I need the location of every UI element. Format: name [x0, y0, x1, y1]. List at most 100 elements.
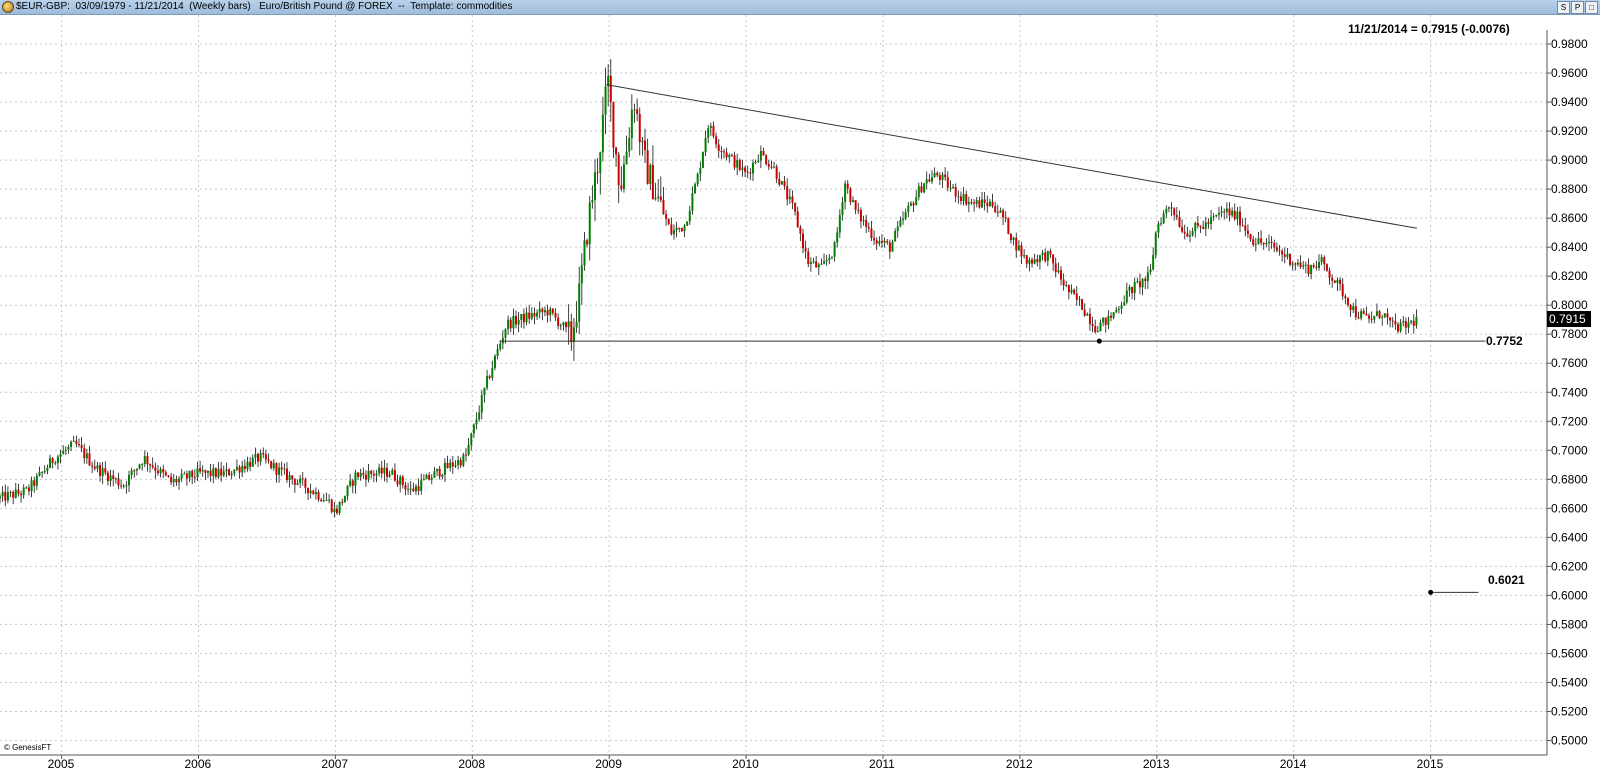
- candle-body: [807, 251, 810, 265]
- candle-body: [454, 465, 457, 467]
- candle-body: [546, 310, 549, 316]
- candle-body: [657, 196, 660, 198]
- candle-body: [138, 464, 141, 469]
- candle-body: [72, 440, 75, 442]
- candle-body: [507, 319, 510, 330]
- candle-body: [214, 468, 217, 477]
- candle-body: [401, 476, 404, 486]
- candle-body: [1133, 281, 1136, 294]
- p-button[interactable]: P: [1571, 1, 1584, 14]
- candle-body: [1102, 317, 1105, 323]
- candle-body: [22, 487, 25, 496]
- candle-body: [1310, 265, 1313, 275]
- candle-body: [959, 196, 962, 202]
- candle-body: [665, 214, 668, 220]
- candle-body: [1146, 272, 1149, 281]
- candle-body: [601, 114, 604, 153]
- candle-body: [188, 470, 191, 479]
- candle-body: [17, 489, 20, 494]
- candle-body: [1170, 207, 1173, 209]
- candle-body: [85, 453, 88, 459]
- x-tick-label: 2008: [458, 757, 485, 771]
- candle-body: [1352, 306, 1355, 311]
- support-level-label: 0.7752: [1486, 334, 1523, 348]
- x-tick-label: 2015: [1417, 757, 1444, 771]
- y-tick-label: 0.9600: [1551, 66, 1588, 80]
- candle-body: [459, 459, 462, 466]
- candle-body: [56, 456, 59, 463]
- candle-body: [570, 321, 573, 343]
- candle-body: [1028, 259, 1031, 264]
- candle-body: [809, 261, 812, 265]
- candle-body: [1131, 286, 1134, 294]
- candle-body: [770, 166, 773, 168]
- candle-body: [1320, 257, 1323, 263]
- y-tick-label: 0.7800: [1551, 327, 1588, 341]
- candle-body: [773, 166, 776, 168]
- candle-body: [538, 308, 541, 313]
- candle-body: [359, 472, 362, 478]
- y-tick-label: 0.5000: [1551, 733, 1588, 747]
- candle-body: [388, 474, 391, 477]
- projection-target-label: 0.6021: [1488, 573, 1525, 587]
- candle-body: [749, 172, 752, 174]
- candle-body: [962, 194, 965, 202]
- candle-body: [1349, 304, 1352, 311]
- candle-body: [883, 241, 886, 243]
- x-tick-label: 2013: [1143, 757, 1170, 771]
- candle-body: [1007, 217, 1010, 234]
- candle-body: [1144, 278, 1147, 281]
- price-chart[interactable]: 0.5000 0.5200 0.5400 0.5600 0.5800 0.6000 0.62…: [0, 15, 1600, 771]
- candle-body: [1312, 265, 1315, 267]
- candle-body: [25, 487, 28, 489]
- candle-body: [1207, 222, 1210, 224]
- candle-body: [162, 469, 165, 473]
- restore-button[interactable]: □: [1585, 1, 1598, 14]
- candle-body: [1110, 315, 1113, 318]
- genesisft-credit: © GenesisFT: [4, 743, 51, 752]
- candle-body: [1273, 242, 1276, 248]
- y-tick-label: 0.7600: [1551, 356, 1588, 370]
- candle-body: [765, 155, 768, 165]
- candle-body: [378, 467, 381, 474]
- candle-body: [662, 200, 665, 215]
- candle-body: [828, 257, 831, 261]
- candle-body: [699, 167, 702, 174]
- candle-body: [651, 164, 654, 200]
- candle-body: [101, 468, 104, 477]
- candle-body: [683, 225, 686, 232]
- candle-body: [1407, 322, 1410, 328]
- candle-body: [741, 167, 744, 170]
- candle-body: [451, 462, 454, 467]
- candle-body: [59, 454, 62, 457]
- candle-body: [1225, 208, 1228, 213]
- candle-body: [928, 179, 931, 182]
- candle-body: [1123, 302, 1126, 306]
- candle-body: [9, 491, 12, 493]
- candle-body: [217, 468, 220, 477]
- candle-body: [1394, 321, 1397, 325]
- candle-body: [999, 210, 1002, 213]
- candle-body: [420, 480, 423, 491]
- candle-body: [1059, 270, 1062, 280]
- candle-body: [1183, 231, 1186, 234]
- window-title: $EUR-GBP: 03/09/1979 - 11/21/2014 (Weekl…: [16, 1, 513, 12]
- candle-body: [462, 454, 465, 466]
- candle-body: [235, 466, 238, 470]
- candle-body: [380, 467, 383, 474]
- candle-body: [1386, 313, 1389, 318]
- candle-body: [309, 490, 312, 494]
- candle-body: [815, 261, 818, 268]
- candle-body: [675, 227, 678, 231]
- candle-body: [1088, 313, 1091, 324]
- candle-body: [241, 465, 244, 473]
- candle-body: [357, 472, 360, 478]
- candle-body: [27, 487, 30, 492]
- candle-body: [1012, 237, 1015, 240]
- candle-body: [867, 226, 870, 229]
- candle-body: [794, 202, 797, 212]
- candle-body: [412, 488, 415, 492]
- candle-body: [14, 489, 17, 498]
- candle-body: [1344, 296, 1347, 299]
- s-button[interactable]: S: [1557, 1, 1570, 14]
